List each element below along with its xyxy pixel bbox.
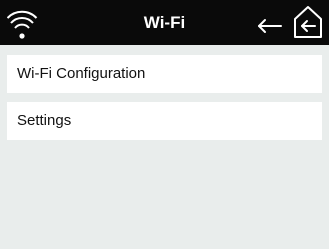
menu-item-settings[interactable]: Settings — [7, 102, 322, 140]
menu-item-wifi-configuration[interactable]: Wi-Fi Configuration — [7, 55, 322, 93]
home-icon[interactable] — [292, 5, 324, 39]
wifi-icon — [7, 10, 38, 39]
menu-item-label: Settings — [17, 112, 72, 129]
menu-item-label: Wi-Fi Configuration — [17, 65, 146, 82]
back-arrow-icon[interactable] — [255, 12, 283, 34]
top-bar: Wi-Fi — [0, 0, 329, 45]
